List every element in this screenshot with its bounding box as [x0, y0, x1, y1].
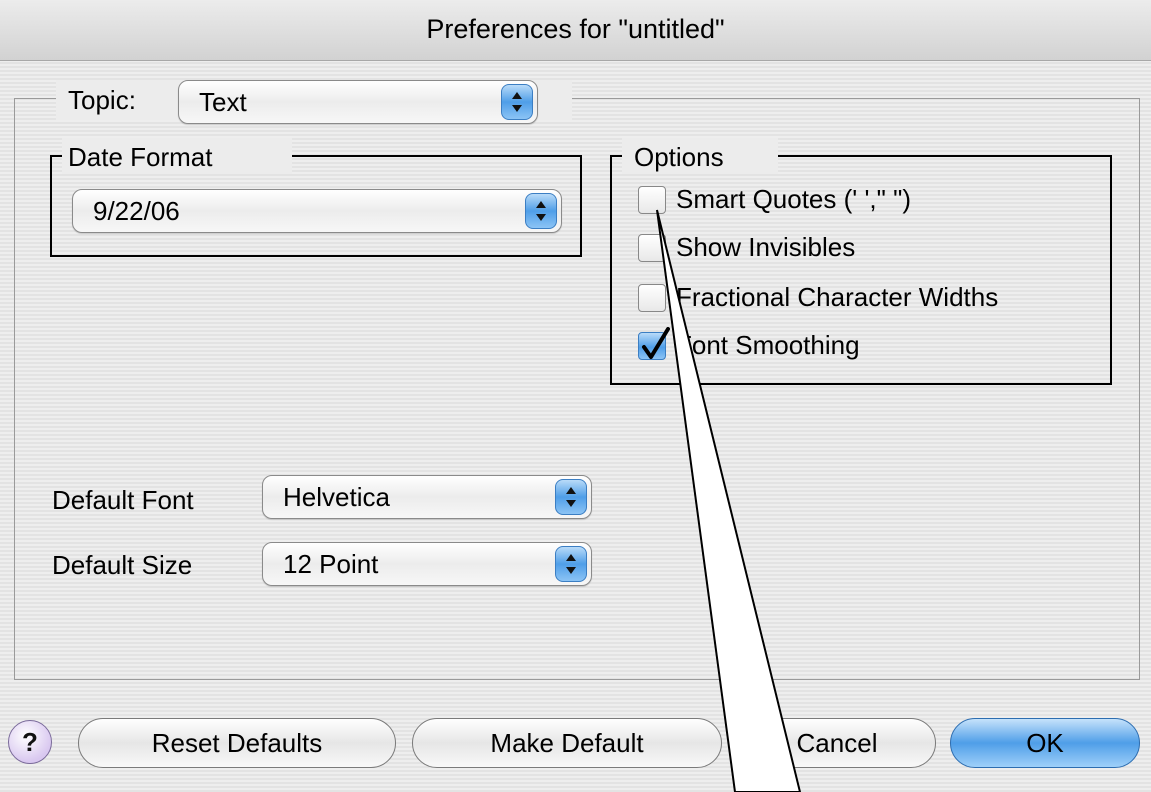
reset-defaults-button[interactable]: Reset Defaults: [78, 718, 396, 768]
smart-quotes-checkbox-row[interactable]: Smart Quotes (' '," "): [638, 182, 1098, 222]
title-bar[interactable]: Preferences for "untitled": [0, 0, 1151, 61]
default-size-popup[interactable]: 12 Point: [262, 542, 592, 586]
preferences-window: Preferences for "untitled" Topic: Text D…: [0, 0, 1151, 792]
date-format-value: 9/22/06: [93, 196, 180, 226]
date-format-label: Date Format: [68, 142, 213, 172]
default-font-label: Default Font: [52, 485, 194, 515]
popup-arrows-icon: [525, 193, 557, 229]
fractional-widths-checkbox-row[interactable]: Fractional Character Widths: [638, 280, 1098, 320]
font-smoothing-checkbox-row[interactable]: Font Smoothing: [638, 327, 1098, 368]
window-title: Preferences for "untitled": [426, 14, 725, 44]
cancel-button[interactable]: Cancel: [738, 718, 936, 768]
make-default-button[interactable]: Make Default: [412, 718, 722, 768]
default-size-label: Default Size: [52, 550, 193, 580]
topic-popup-value: Text: [199, 87, 247, 117]
topic-popup[interactable]: Text: [178, 80, 538, 124]
popup-arrows-icon: [555, 546, 587, 582]
default-font-value: Helvetica: [283, 482, 390, 512]
topic-label: Topic:: [68, 85, 136, 115]
fractional-widths-label: Fractional Character Widths: [676, 282, 999, 312]
show-invisibles-label: Show Invisibles: [676, 232, 856, 262]
date-format-popup[interactable]: 9/22/06: [72, 189, 562, 233]
show-invisibles-checkbox-row[interactable]: Show Invisibles: [638, 230, 1098, 270]
fractional-widths-checkbox[interactable]: [638, 284, 666, 312]
default-size-value: 12 Point: [283, 549, 379, 579]
help-button[interactable]: ?: [8, 720, 52, 764]
checkmark-icon: [642, 327, 670, 359]
font-smoothing-label: Font Smoothing: [676, 330, 860, 360]
show-invisibles-checkbox[interactable]: [638, 234, 666, 262]
popup-arrows-icon: [555, 479, 587, 515]
ok-button[interactable]: OK: [950, 718, 1140, 768]
smart-quotes-label: Smart Quotes (' '," "): [676, 184, 911, 214]
default-font-popup[interactable]: Helvetica: [262, 475, 592, 519]
font-smoothing-checkbox[interactable]: [638, 327, 670, 360]
popup-arrows-icon: [501, 84, 533, 120]
options-label: Options: [634, 142, 724, 172]
smart-quotes-checkbox[interactable]: [638, 186, 666, 214]
